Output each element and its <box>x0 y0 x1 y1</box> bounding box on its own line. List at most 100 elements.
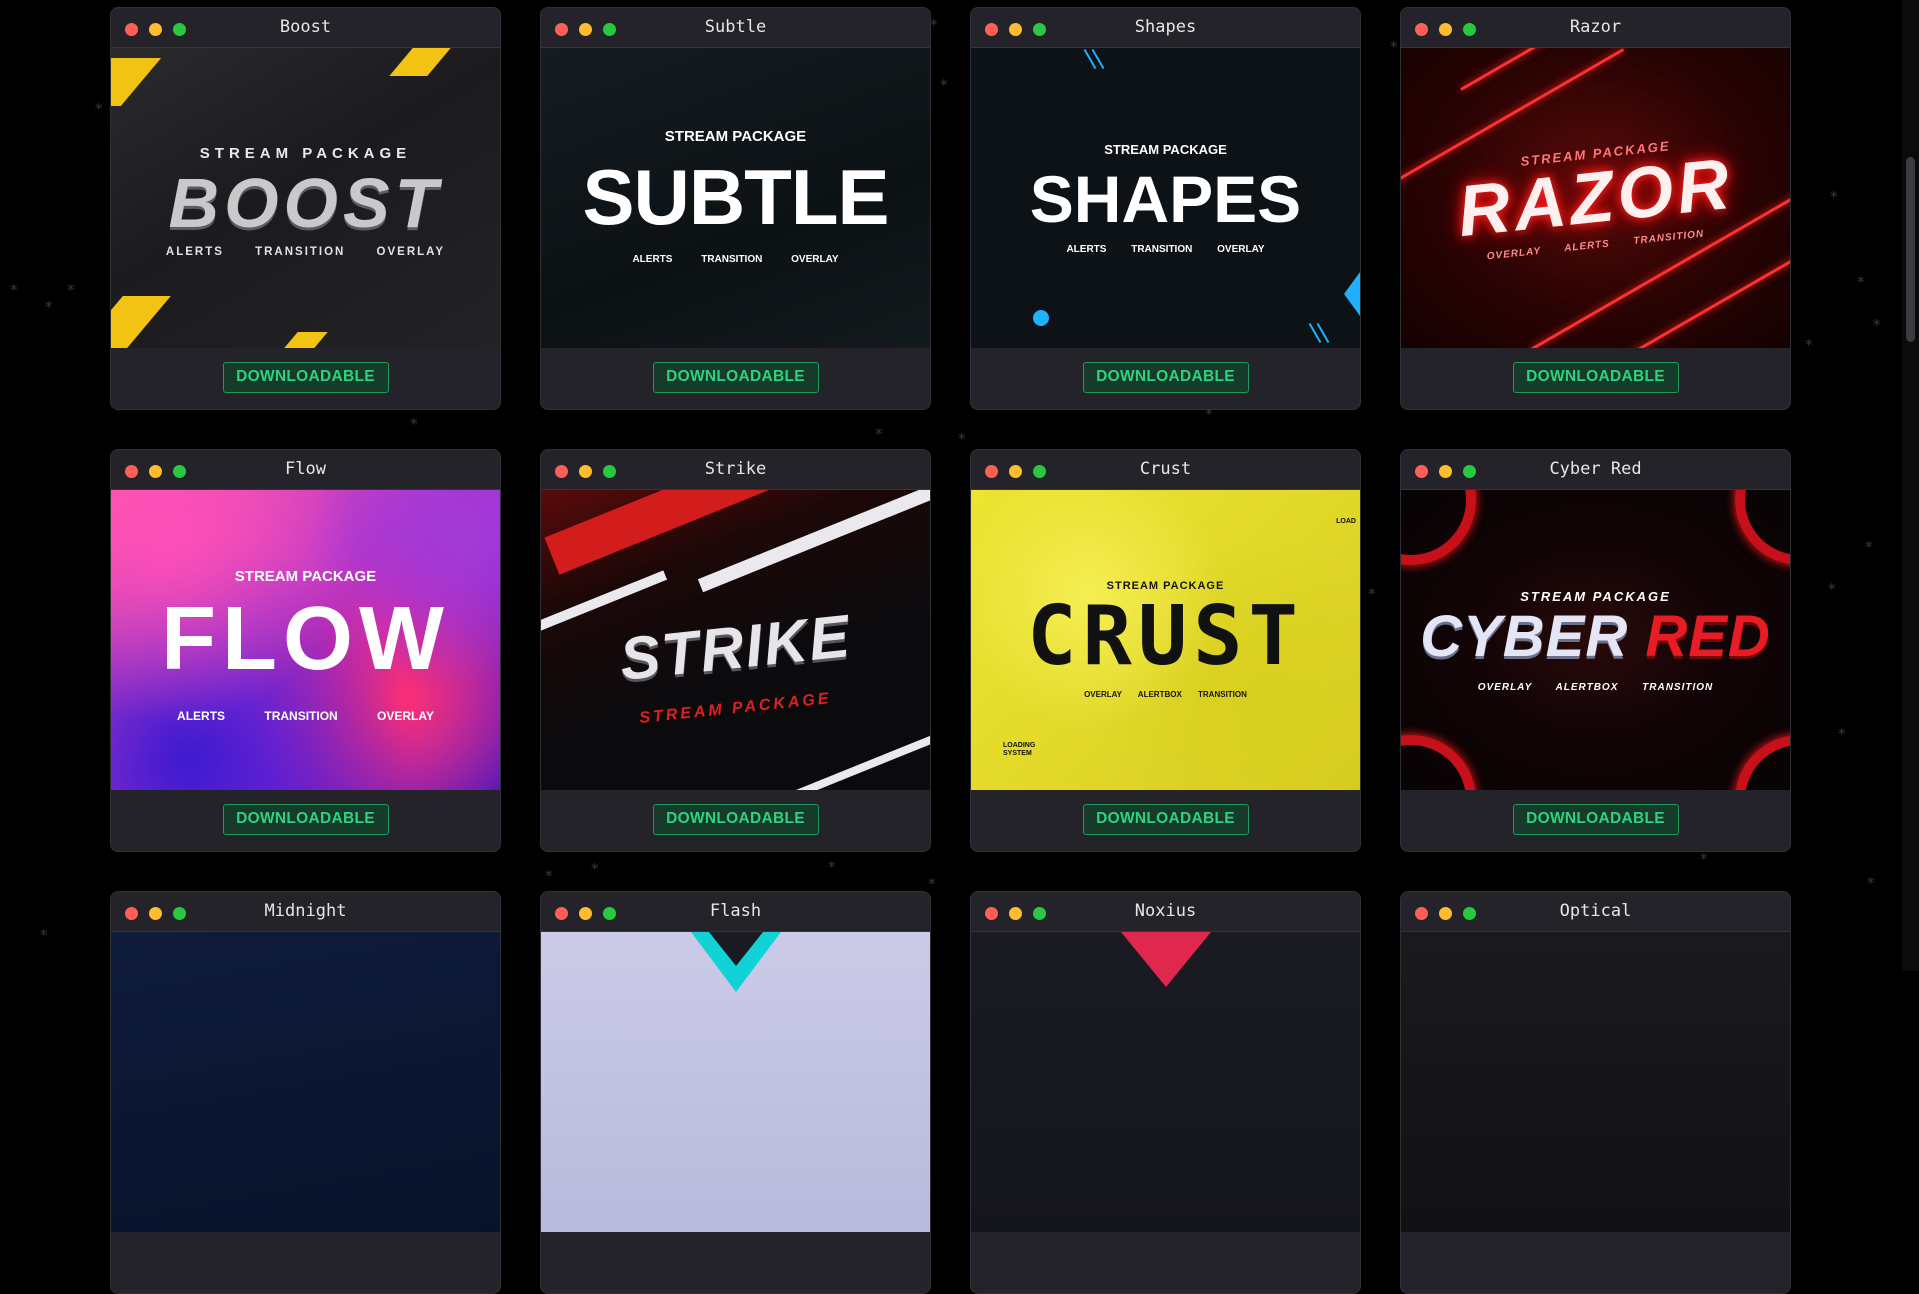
package-card-optical: Optical <box>1400 891 1791 1294</box>
package-thumbnail[interactable]: STREAM PACKAGE BOOST ALERTS TRANSITION O… <box>111 48 500 348</box>
window-titlebar: Strike <box>541 450 930 490</box>
star-icon: * <box>1805 336 1813 354</box>
star-icon: * <box>95 100 103 118</box>
card-footer: DOWNLOADABLE <box>971 790 1360 851</box>
card-title: Subtle <box>704 17 767 37</box>
window-titlebar: Crust <box>971 450 1360 490</box>
stripe-decoration <box>389 48 451 76</box>
card-footer: DOWNLOADABLE <box>111 348 500 409</box>
star-icon: * <box>1828 580 1836 598</box>
package-thumbnail[interactable]: LOAD STREAM PACKAGE CRUST OVERLAY ALERTB… <box>971 490 1360 790</box>
card-footer: DOWNLOADABLE <box>971 348 1360 409</box>
package-thumbnail[interactable]: STRIKE STREAM PACKAGE <box>541 490 930 790</box>
thumb-title: CYBER RED <box>1401 608 1790 666</box>
triangle-decoration <box>1344 272 1360 316</box>
card-title: Boost <box>279 17 332 37</box>
card-title: Crust <box>1139 459 1192 479</box>
side-label: LOAD <box>1336 518 1356 525</box>
package-thumbnail[interactable]: STREAM PACKAGE SUBTLE ALERTS TRANSITION … <box>541 48 930 348</box>
package-card-cyber-red: Cyber Red STREAM PACKAGE CYBER RED OVERL… <box>1400 449 1791 852</box>
star-icon: * <box>1838 725 1846 743</box>
package-thumbnail[interactable]: STREAM PACKAGE CYBER RED OVERLAY ALERTBO… <box>1401 490 1790 790</box>
window-titlebar: Boost <box>111 8 500 48</box>
package-thumbnail[interactable]: STREAM PACKAGE RAZOR OVERLAY ALERTS TRAN… <box>1401 48 1790 348</box>
thumb-title: STRIKE <box>616 602 855 693</box>
downloadable-button[interactable]: DOWNLOADABLE <box>1512 362 1679 393</box>
package-card-boost: Boost STREAM PACKAGE BOOST ALERTS TRANSI… <box>110 7 501 410</box>
side-label: LOADING SYSTEM <box>1003 742 1036 757</box>
card-footer: DOWNLOADABLE <box>111 790 500 851</box>
thumb-subtitle: STREAM PACKAGE <box>1520 589 1671 604</box>
scrollbar-thumb[interactable] <box>1906 157 1915 342</box>
package-card-subtle: Subtle STREAM PACKAGE SUBTLE ALERTS TRAN… <box>540 7 931 410</box>
thumb-subtitle: STREAM PACKAGE <box>199 145 412 162</box>
package-card-shapes: Shapes STREAM PACKAGE SHAPES ALERTS TRAN… <box>970 7 1361 410</box>
stripe-decoration <box>284 332 328 348</box>
downloadable-button[interactable]: DOWNLOADABLE <box>222 804 389 835</box>
scrollbar-track[interactable] <box>1902 0 1919 971</box>
thumb-title: FLOW <box>161 589 450 689</box>
thumb-tags: ALERTS TRANSITION OVERLAY <box>632 254 839 265</box>
downloadable-button[interactable]: DOWNLOADABLE <box>1082 804 1249 835</box>
window-titlebar: Optical <box>1401 892 1790 932</box>
claw-decoration <box>1401 490 1476 565</box>
card-title: Flow <box>285 459 326 479</box>
card-footer: DOWNLOADABLE <box>541 790 930 851</box>
window-titlebar: Flash <box>541 892 930 932</box>
chevron-decoration <box>1121 932 1211 987</box>
claw-decoration <box>1735 490 1790 565</box>
card-title: Razor <box>1569 17 1622 37</box>
thumb-title: BOOST <box>168 164 443 242</box>
window-titlebar: Cyber Red <box>1401 450 1790 490</box>
package-thumbnail[interactable] <box>541 932 930 1232</box>
chevron-decoration <box>709 932 763 966</box>
stripe-decoration <box>111 58 162 106</box>
thumb-tags: OVERLAY ALERTBOX TRANSITION <box>1477 682 1714 693</box>
card-title: Flash <box>709 901 762 921</box>
thumb-subtitle: STREAM PACKAGE <box>1104 142 1227 157</box>
package-card-razor: Razor STREAM PACKAGE RAZOR OVERLAY ALERT… <box>1400 7 1791 410</box>
downloadable-button[interactable]: DOWNLOADABLE <box>1082 362 1249 393</box>
thumb-title: CRUST <box>1027 589 1304 684</box>
card-title: Midnight <box>264 901 347 921</box>
card-title: Cyber Red <box>1549 459 1642 479</box>
package-thumbnail[interactable] <box>111 932 500 1232</box>
star-icon: * <box>1867 874 1875 892</box>
thumb-title: SHAPES <box>1029 162 1302 236</box>
star-icon: * <box>10 281 18 299</box>
package-grid: Boost STREAM PACKAGE BOOST ALERTS TRANSI… <box>110 7 1791 1294</box>
thumb-tags: ALERTS TRANSITION OVERLAY <box>177 709 434 723</box>
package-thumbnail[interactable]: STREAM PACKAGE FLOW ALERTS TRANSITION OV… <box>111 490 500 790</box>
card-title: Noxius <box>1134 901 1197 921</box>
claw-decoration <box>1735 735 1790 790</box>
window-titlebar: Shapes <box>971 8 1360 48</box>
card-title: Shapes <box>1134 17 1197 37</box>
card-footer: DOWNLOADABLE <box>541 348 930 409</box>
package-card-strike: Strike STRIKE STREAM PACKAGE DOWNLOADABL… <box>540 449 931 852</box>
card-title: Strike <box>704 459 767 479</box>
package-card-crust: Crust LOAD STREAM PACKAGE CRUST OVERLAY … <box>970 449 1361 852</box>
package-card-midnight: Midnight <box>110 891 501 1294</box>
star-icon: * <box>1830 188 1838 206</box>
thumb-tags: ALERTS TRANSITION OVERLAY <box>165 246 446 258</box>
downloadable-button[interactable]: DOWNLOADABLE <box>652 362 819 393</box>
package-thumbnail[interactable] <box>1401 932 1790 1232</box>
package-thumbnail[interactable] <box>971 932 1360 1232</box>
window-titlebar: Razor <box>1401 8 1790 48</box>
slash-decoration <box>697 490 930 593</box>
thumb-subtitle: STREAM PACKAGE <box>234 568 377 585</box>
beam-decoration <box>1460 48 1635 91</box>
downloadable-button[interactable]: DOWNLOADABLE <box>222 362 389 393</box>
claw-decoration <box>1401 735 1476 790</box>
package-thumbnail[interactable]: STREAM PACKAGE SHAPES ALERTS TRANSITION … <box>971 48 1360 348</box>
slash-decoration <box>544 490 838 575</box>
thumb-title: RAZOR <box>1454 143 1737 253</box>
star-icon: * <box>1857 273 1865 291</box>
window-titlebar: Flow <box>111 450 500 490</box>
thumb-subtitle: STREAM PACKAGE <box>664 128 807 145</box>
window-titlebar: Midnight <box>111 892 500 932</box>
downloadable-button[interactable]: DOWNLOADABLE <box>652 804 819 835</box>
downloadable-button[interactable]: DOWNLOADABLE <box>1512 804 1679 835</box>
card-title: Optical <box>1559 901 1632 921</box>
package-card-noxius: Noxius <box>970 891 1361 1294</box>
